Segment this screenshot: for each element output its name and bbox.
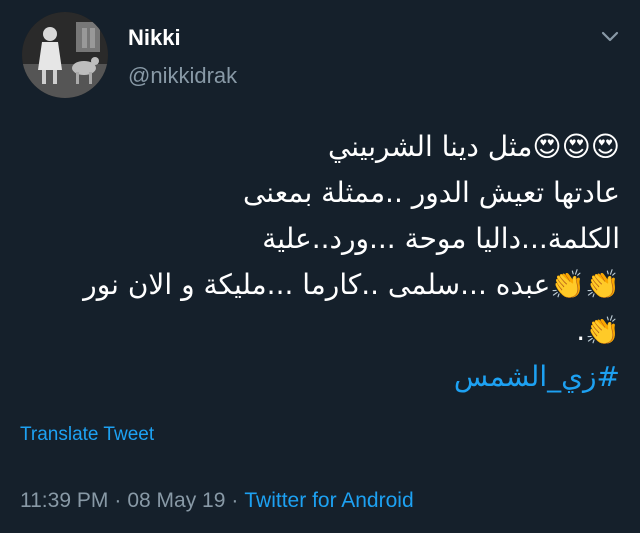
tweet-meta: 11:39 PM · 08 May 19 · Twitter for Android: [20, 489, 414, 513]
tweet-line: الكلمة...داليا موحة ...ورد..علية: [262, 222, 620, 255]
translate-tweet-link[interactable]: Translate Tweet: [20, 424, 154, 446]
more-options-button[interactable]: [600, 30, 620, 44]
author-block[interactable]: Nikki @nikkidrak: [128, 24, 237, 90]
tweet-date[interactable]: 08 May 19: [127, 489, 225, 512]
tweet-line: 👏👏عبده ...سلمى ..كارما ...مليكة و الان ن…: [83, 268, 620, 301]
tweet-source-link[interactable]: Twitter for Android: [244, 489, 413, 512]
meta-separator: ·: [231, 489, 239, 512]
tweet-line: 😍😍😍مثل دينا الشربيني: [327, 130, 620, 163]
tweet-line: 👏.: [576, 314, 620, 347]
tweet-detail: Nikki @nikkidrak 😍😍😍مثل دينا الشربيني عا…: [0, 0, 640, 533]
tweet-line: عادتها تعيش الدور ..ممثلة بمعنى: [242, 176, 620, 209]
chevron-down-icon: [601, 31, 619, 42]
tweet-text: 😍😍😍مثل دينا الشربيني عادتها تعيش الدور .…: [20, 124, 620, 400]
handle[interactable]: @nikkidrak: [128, 62, 237, 90]
display-name[interactable]: Nikki: [128, 24, 237, 52]
tweet-time[interactable]: 11:39 PM: [20, 489, 108, 512]
meta-separator: ·: [114, 489, 122, 512]
hashtag-link[interactable]: #زي_الشمس: [20, 354, 620, 400]
avatar[interactable]: [22, 12, 108, 98]
avatar-photo: [22, 12, 108, 98]
